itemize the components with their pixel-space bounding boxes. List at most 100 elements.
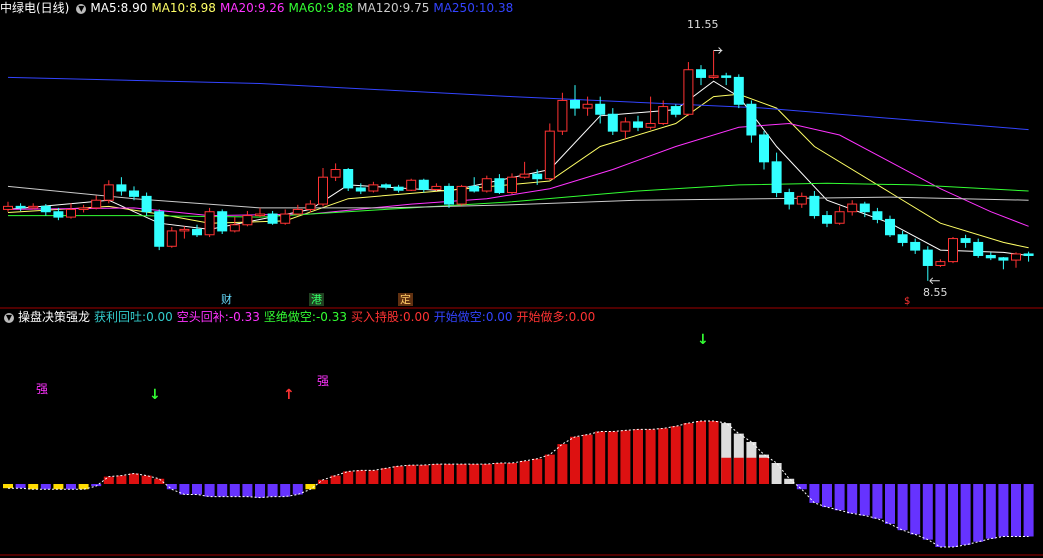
indicator-bar: [948, 484, 958, 547]
signal-down-arrow-icon: ↓: [149, 387, 161, 403]
high-marker-arrow-icon: [713, 47, 723, 54]
signal-strong: 强: [36, 382, 49, 396]
indicator-4-label: 买入持股:: [351, 310, 404, 324]
candle-down: [607, 113, 618, 132]
candle-down: [494, 178, 505, 194]
indicator-bar: [217, 484, 228, 497]
indicator-bar: [532, 458, 543, 484]
indicator-bar: [507, 463, 517, 484]
indicator-bar: [242, 484, 253, 497]
indicator-bar: [204, 484, 215, 497]
chevron-down-icon[interactable]: ▼: [4, 312, 14, 323]
ma-line-ma20: [7, 122, 1029, 227]
indicator-5-label: 开始做空:: [433, 310, 486, 324]
candle-down: [393, 186, 404, 191]
indicator-bar: [368, 470, 379, 484]
high-price-label: 11.55: [687, 18, 719, 31]
candle-down: [897, 234, 908, 243]
candle-down: [696, 69, 706, 78]
chevron-down-icon[interactable]: ▼: [76, 3, 87, 14]
candle-up: [481, 178, 492, 192]
candle-down: [670, 106, 681, 115]
indicator-bar: [141, 475, 152, 484]
candle-down: [822, 215, 832, 224]
candle-down: [960, 238, 971, 243]
ma60-label: MA60:: [288, 1, 327, 15]
candle-up: [166, 230, 177, 247]
indicator-bar: [746, 457, 757, 484]
candle-up: [330, 169, 341, 178]
ma5-label: MA5:: [90, 1, 121, 15]
candle-down: [40, 205, 51, 213]
indicator-bar: [330, 475, 341, 484]
security-title[interactable]: 中绿电(日线): [0, 1, 69, 15]
event-tag-dividend[interactable]: $: [902, 295, 912, 308]
candle-up: [318, 176, 328, 205]
candle-up: [280, 213, 291, 224]
indicator-bar: [418, 465, 429, 484]
indicator-bar: [897, 484, 908, 531]
indicator-bar: [431, 464, 442, 484]
ma-line-ma120: [7, 185, 1029, 209]
candle-down: [784, 192, 795, 205]
candle-up: [229, 224, 240, 232]
candle-up: [103, 184, 114, 201]
indicator-bar: [280, 484, 291, 497]
event-tag-finance[interactable]: 财: [219, 293, 234, 306]
indicator-bar: [721, 457, 732, 484]
indicator-bar: [28, 484, 39, 490]
indicator-bar: [633, 429, 643, 484]
ma120-value: 9.75: [402, 1, 430, 15]
event-tag-placement[interactable]: 定: [398, 293, 413, 306]
candle-up: [204, 211, 215, 236]
candle-down: [418, 179, 429, 190]
indicator-bar: [544, 454, 555, 484]
indicator-bar: [255, 484, 265, 498]
indicator-bar: [40, 484, 51, 490]
indicator-bar: [582, 434, 593, 484]
indicator-bar: [620, 430, 631, 484]
indicator-bar: [53, 484, 64, 490]
indicator-bar: [3, 484, 13, 489]
ma120-label: MA120:: [357, 1, 403, 15]
candle-down: [922, 249, 933, 266]
indicator-bar: [154, 478, 165, 484]
indicator-bar: [1023, 484, 1034, 537]
indicator-bar: [66, 484, 76, 490]
indicator-1-label: 获利回吐:: [94, 310, 147, 324]
indicator-bar: [595, 431, 606, 484]
event-tag-hk[interactable]: 港: [309, 293, 324, 306]
indicator-2-value: -0.33: [228, 310, 260, 324]
candle-up: [557, 99, 568, 132]
candle-down: [469, 185, 480, 192]
candle-down: [355, 187, 366, 192]
indicator-bar: [645, 429, 656, 484]
indicator-bar: [922, 484, 933, 540]
ma-line-ma250: [7, 76, 1029, 131]
candle-down: [444, 185, 454, 205]
indicator-bar: [393, 466, 404, 484]
candle-down: [343, 169, 354, 189]
candle-up: [78, 207, 89, 210]
indicator-bar: [985, 484, 996, 539]
indicator-6-label: 开始做多:: [516, 310, 569, 324]
indicator-bar: [607, 431, 618, 484]
indicator-bar: [1011, 484, 1021, 537]
indicator-bar: [872, 484, 883, 519]
low-price-label: 8.55: [923, 286, 948, 299]
indicator-title[interactable]: 操盘决策强龙: [18, 310, 90, 324]
indicator-bar: [670, 426, 681, 484]
indicator-3-value: -0.33: [315, 310, 347, 324]
candle-down: [532, 173, 543, 180]
indicator-bar: [469, 464, 480, 484]
candle-down: [595, 103, 606, 115]
indicator-bar: [15, 484, 26, 489]
candle-down: [771, 161, 782, 194]
indicator-bar: [192, 484, 202, 495]
candle-up: [3, 205, 13, 210]
indicator-6-value: 0.00: [568, 310, 596, 324]
candle-up: [406, 179, 417, 191]
kline-chart-canvas[interactable]: [0, 0, 1043, 558]
candle-down: [633, 121, 643, 128]
candle-down: [809, 195, 820, 217]
